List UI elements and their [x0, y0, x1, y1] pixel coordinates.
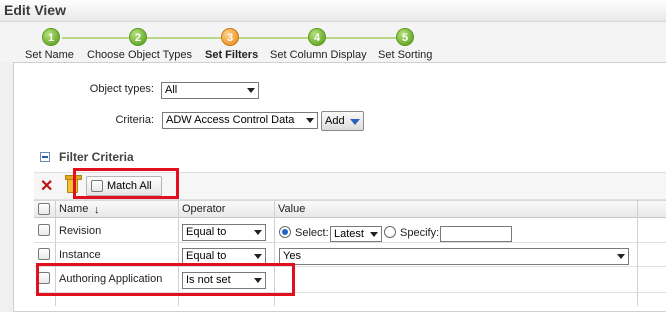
row-checkbox[interactable]	[38, 248, 50, 260]
object-types-select[interactable]: All	[161, 82, 259, 99]
filter-criteria-title: Filter Criteria	[59, 150, 134, 164]
object-types-value: All	[165, 84, 178, 96]
revision-select-value: Latest	[334, 228, 364, 240]
value-select-instance[interactable]: Yes	[279, 248, 629, 265]
column-divider	[637, 200, 638, 306]
select-all-checkbox[interactable]	[38, 203, 50, 215]
step-number: 3	[221, 28, 239, 46]
step-number: 1	[42, 28, 60, 46]
criteria-value: ADW Access Control Data	[166, 114, 295, 126]
column-header-value[interactable]: Value	[278, 203, 305, 215]
delete-icon[interactable]: ✕	[40, 176, 53, 196]
step-number: 4	[308, 28, 326, 46]
add-criteria-button[interactable]: Add	[321, 111, 364, 131]
select-label: Select:	[295, 227, 329, 239]
step-number: 2	[129, 28, 147, 46]
specify-radio[interactable]	[384, 226, 396, 238]
step-label: Choose Object Types	[87, 49, 192, 61]
value-select-value: Yes	[283, 250, 301, 262]
dropdown-arrow-icon	[247, 88, 255, 93]
column-header-operator[interactable]: Operator	[182, 203, 225, 215]
add-button-label: Add	[325, 115, 345, 127]
revision-select[interactable]: Latest	[330, 226, 382, 242]
row-divider	[34, 242, 666, 243]
dropdown-arrow-icon	[350, 119, 360, 125]
window-title: Edit View	[4, 2, 66, 18]
dropdown-arrow-icon	[254, 230, 262, 235]
dropdown-arrow-icon	[370, 232, 378, 237]
row-name-instance: Instance	[59, 249, 101, 261]
operator-select-revision[interactable]: Equal to	[182, 224, 266, 241]
highlight-box-match-all	[73, 168, 179, 199]
row-checkbox[interactable]	[38, 224, 50, 236]
dropdown-arrow-icon	[617, 254, 625, 259]
object-types-label: Object types:	[89, 83, 154, 95]
step-number: 5	[396, 28, 414, 46]
specify-input[interactable]	[440, 226, 512, 242]
step-label: Set Name	[25, 49, 74, 61]
row-name-revision: Revision	[59, 225, 102, 237]
sort-arrow-icon: ↓	[94, 204, 100, 216]
table-header	[34, 200, 666, 218]
select-radio[interactable]	[279, 226, 291, 238]
specify-label: Specify:	[400, 227, 440, 239]
dropdown-arrow-icon	[254, 254, 262, 259]
criteria-select[interactable]: ADW Access Control Data	[162, 112, 318, 129]
column-header-name[interactable]: Name	[59, 203, 88, 215]
highlight-box-authoring-row	[36, 263, 295, 296]
collapse-icon[interactable]	[40, 152, 50, 162]
step-label: Set Filters	[205, 49, 259, 61]
dropdown-arrow-icon	[306, 118, 314, 123]
step-label: Set Sorting	[378, 49, 433, 61]
operator-value: Equal to	[186, 226, 227, 238]
title-bar: Edit View	[0, 0, 666, 22]
step-label: Set Column Display	[270, 49, 367, 61]
operator-value: Equal to	[186, 250, 227, 262]
criteria-label: Criteria:	[115, 114, 154, 126]
wizard-steps: 1 Set Name 2 Choose Object Types 3 Set F…	[0, 22, 666, 62]
